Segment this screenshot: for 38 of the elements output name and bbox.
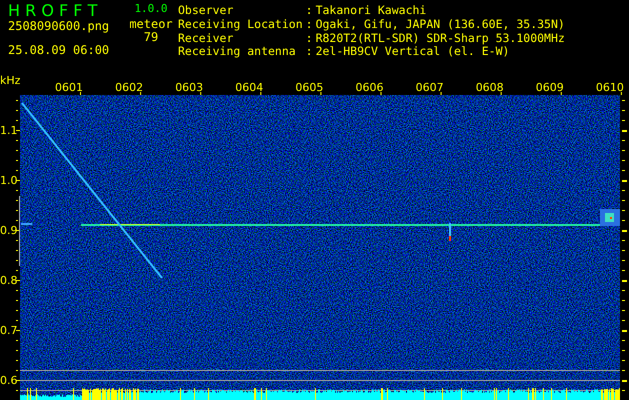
info-label: Receiver [178, 32, 234, 46]
info-label: Observer [178, 5, 234, 19]
info-label: Receiving Location [178, 18, 303, 32]
time-label: 0608 [476, 81, 504, 94]
info-separator: : [306, 18, 313, 32]
timestamp: 25.08.09 06:00 [8, 44, 110, 56]
info-value: Takanori Kawachi [316, 5, 428, 19]
time-label: 0610 [596, 81, 624, 94]
axis-unit: kHz [0, 74, 20, 87]
time-label: 0602 [115, 81, 144, 94]
noise-burst [600, 209, 620, 226]
frequency-label: 0.7 [0, 324, 18, 337]
info-separator: : [306, 32, 313, 46]
time-label: 0603 [175, 81, 204, 94]
frequency-label: 0.9 [0, 224, 18, 237]
meteor-label: meteor [129, 19, 173, 31]
time-label: 0606 [356, 81, 384, 94]
file-name: 2508090600.png [8, 21, 110, 33]
app-version: 1.0.0 [134, 2, 168, 16]
signal-mark [21, 223, 32, 225]
frequency-label: 0.6 [0, 374, 18, 387]
time-label: 0604 [235, 81, 264, 94]
info-label: Receiving antenna [178, 46, 297, 60]
time-label: 0609 [536, 81, 564, 94]
meteor-count: 79 [144, 32, 158, 44]
info-value: 2el-HB9CV Vertical (el. E-W) [316, 46, 510, 60]
frequency-label: 0.8 [0, 274, 18, 287]
info-value: R820T2(RTL-SDR) SDR-Sharp 53.1000MHz [316, 32, 565, 46]
info-separator: : [306, 5, 313, 19]
time-label: 0601 [55, 81, 83, 94]
app-name: H R O F F T [8, 2, 98, 20]
frequency-label: 1.1 [0, 124, 18, 137]
range-marker [19, 196, 20, 266]
info-separator: : [306, 46, 313, 60]
time-label: 0607 [416, 81, 444, 94]
time-label: 0605 [295, 81, 324, 94]
info-value: Ogaki, Gifu, JAPAN (136.60E, 35.35N) [316, 18, 565, 32]
frequency-label: 1.0 [0, 174, 18, 187]
